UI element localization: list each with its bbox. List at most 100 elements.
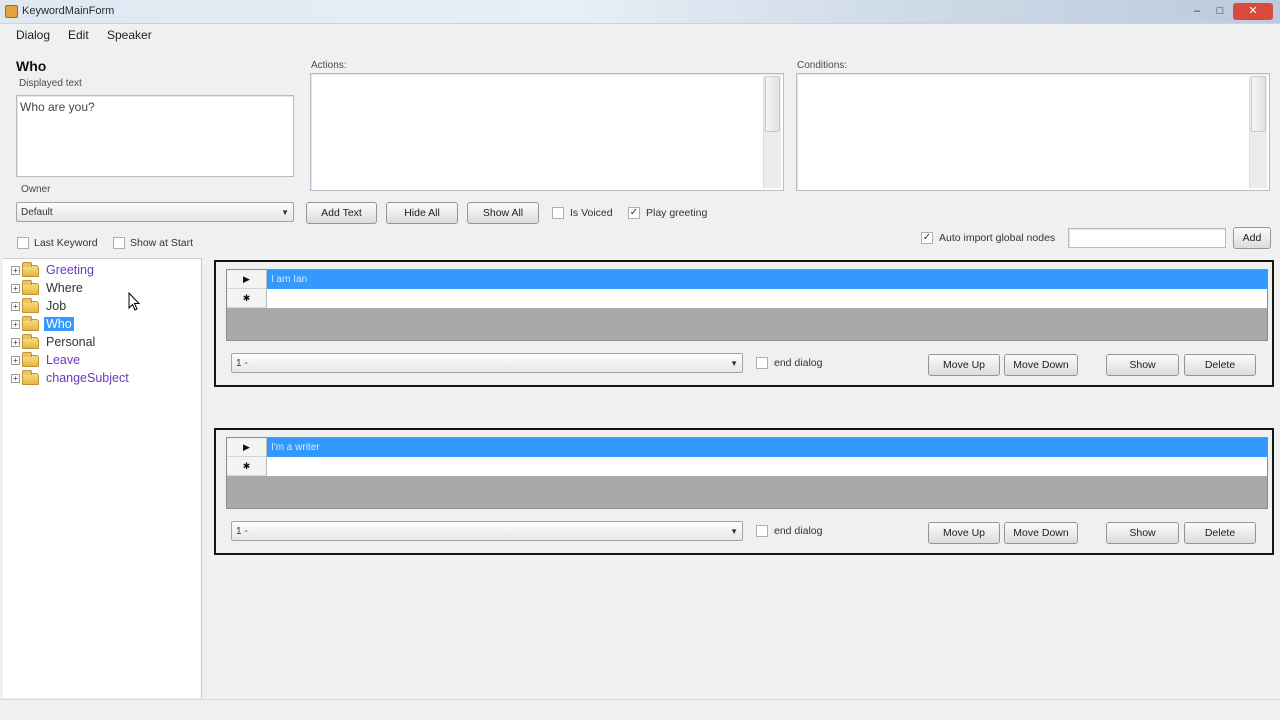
delete-button[interactable]: Delete	[1184, 354, 1256, 376]
node-title: Who	[16, 58, 47, 74]
response-grid[interactable]: ▶ I am Ian ✱	[226, 269, 1268, 341]
add-text-button[interactable]: Add Text	[306, 202, 377, 224]
current-row-marker-icon[interactable]: ▶	[227, 270, 267, 289]
actions-scroll-thumb[interactable]	[765, 76, 780, 132]
maximize-button[interactable]: □	[1209, 3, 1231, 20]
last-keyword-checkbox[interactable]	[17, 237, 29, 249]
minimize-button[interactable]: –	[1185, 3, 1209, 20]
expand-icon[interactable]: +	[11, 338, 20, 347]
tree-node-label[interactable]: Who	[44, 317, 74, 331]
last-keyword-label: Last Keyword	[34, 237, 98, 249]
folder-icon	[22, 334, 39, 349]
new-row-marker-icon[interactable]: ✱	[227, 289, 267, 308]
auto-import-label: Auto import global nodes	[939, 232, 1056, 244]
tree-node-changesubject[interactable]: + changeSubject	[11, 370, 196, 387]
expand-icon[interactable]: +	[11, 302, 20, 311]
actions-label: Actions:	[311, 60, 347, 71]
tree-node-leave[interactable]: + Leave	[11, 352, 196, 369]
menu-edit[interactable]: Edit	[68, 28, 89, 42]
move-down-button[interactable]: Move Down	[1004, 522, 1078, 544]
grid-cell[interactable]	[267, 289, 1267, 308]
play-greeting-label: Play greeting	[646, 207, 708, 219]
delete-button[interactable]: Delete	[1184, 522, 1256, 544]
owner-select[interactable]: Default ▼	[16, 202, 294, 222]
expand-icon[interactable]: +	[11, 374, 20, 383]
move-up-button[interactable]: Move Up	[928, 354, 1000, 376]
tree-node-label[interactable]: changeSubject	[44, 371, 131, 385]
tree-node-who[interactable]: + Who	[11, 316, 196, 333]
menu-dialog[interactable]: Dialog	[16, 28, 50, 42]
show-at-start-checkbox[interactable]	[113, 237, 125, 249]
owner-select-value: Default	[21, 207, 53, 218]
tree-node-label[interactable]: Leave	[44, 353, 82, 367]
is-voiced-checkbox[interactable]	[552, 207, 564, 219]
chevron-down-icon: ▼	[730, 527, 738, 536]
grid-cell[interactable]: I'm a writer	[267, 438, 1267, 457]
folder-icon	[22, 370, 39, 385]
tree-node-label[interactable]: Personal	[44, 335, 97, 349]
close-button[interactable]: ✕	[1233, 3, 1273, 20]
folder-icon	[22, 316, 39, 331]
response-panel: ▶ I'm a writer ✱ 1 - ▼ end dialog Move U…	[214, 428, 1274, 555]
new-row-marker-icon[interactable]: ✱	[227, 457, 267, 476]
end-dialog-checkbox[interactable]	[756, 525, 768, 537]
is-voiced-label: Is Voiced	[570, 207, 613, 219]
chevron-down-icon: ▼	[281, 208, 289, 217]
expand-icon[interactable]: +	[11, 356, 20, 365]
title-bar: KeywordMainForm – □ ✕	[0, 0, 1280, 24]
move-down-button[interactable]: Move Down	[1004, 354, 1078, 376]
app-icon	[5, 5, 18, 18]
response-select-value: 1 -	[236, 358, 248, 369]
tree-node-label[interactable]: Job	[44, 299, 68, 313]
actions-textarea[interactable]	[310, 73, 784, 191]
displayed-text-input[interactable]: Who are you?	[16, 95, 294, 177]
end-dialog-checkbox[interactable]	[756, 357, 768, 369]
response-select[interactable]: 1 - ▼	[231, 353, 743, 373]
status-bar	[0, 699, 1280, 720]
show-button[interactable]: Show	[1106, 522, 1179, 544]
conditions-textarea[interactable]	[796, 73, 1270, 191]
tree-node-label[interactable]: Greeting	[44, 263, 96, 277]
conditions-scrollbar[interactable]	[1249, 76, 1267, 188]
auto-import-input[interactable]	[1068, 228, 1226, 248]
expand-icon[interactable]: +	[11, 284, 20, 293]
hide-all-button[interactable]: Hide All	[386, 202, 458, 224]
response-panel: ▶ I am Ian ✱ 1 - ▼ end dialog Move Up Mo…	[214, 260, 1274, 387]
grid-cell[interactable]: I am Ian	[267, 270, 1267, 289]
end-dialog-label: end dialog	[774, 525, 823, 537]
tree-node-personal[interactable]: + Personal	[11, 334, 196, 351]
tree-node-greeting[interactable]: + Greeting	[11, 262, 196, 279]
displayed-text-label: Displayed text	[19, 78, 82, 89]
tree-node-where[interactable]: + Where	[11, 280, 196, 297]
expand-icon[interactable]: +	[11, 266, 20, 275]
current-row-marker-icon[interactable]: ▶	[227, 438, 267, 457]
tree-node-job[interactable]: + Job	[11, 298, 196, 315]
window-title: KeywordMainForm	[22, 5, 115, 17]
owner-label: Owner	[21, 184, 51, 195]
add-button[interactable]: Add	[1233, 227, 1271, 249]
show-at-start-label: Show at Start	[130, 237, 194, 249]
response-select-value: 1 -	[236, 526, 248, 537]
conditions-label: Conditions:	[797, 60, 848, 71]
keyword-tree: + Greeting + Where + Job + Who + Persona…	[3, 258, 202, 698]
folder-icon	[22, 352, 39, 367]
expand-icon[interactable]: +	[11, 320, 20, 329]
play-greeting-checkbox[interactable]: ✓	[628, 207, 640, 219]
response-grid[interactable]: ▶ I'm a writer ✱	[226, 437, 1268, 509]
show-button[interactable]: Show	[1106, 354, 1179, 376]
mouse-cursor-icon	[128, 292, 141, 311]
folder-icon	[22, 262, 39, 277]
folder-icon	[22, 298, 39, 313]
menu-speaker[interactable]: Speaker	[107, 28, 152, 42]
move-up-button[interactable]: Move Up	[928, 522, 1000, 544]
response-select[interactable]: 1 - ▼	[231, 521, 743, 541]
tree-node-label[interactable]: Where	[44, 281, 85, 295]
folder-icon	[22, 280, 39, 295]
show-all-button[interactable]: Show All	[467, 202, 539, 224]
actions-scrollbar[interactable]	[763, 76, 781, 188]
grid-cell[interactable]	[267, 457, 1267, 476]
conditions-scroll-thumb[interactable]	[1251, 76, 1266, 132]
end-dialog-label: end dialog	[774, 357, 823, 369]
chevron-down-icon: ▼	[730, 359, 738, 368]
auto-import-checkbox[interactable]: ✓	[921, 232, 933, 244]
